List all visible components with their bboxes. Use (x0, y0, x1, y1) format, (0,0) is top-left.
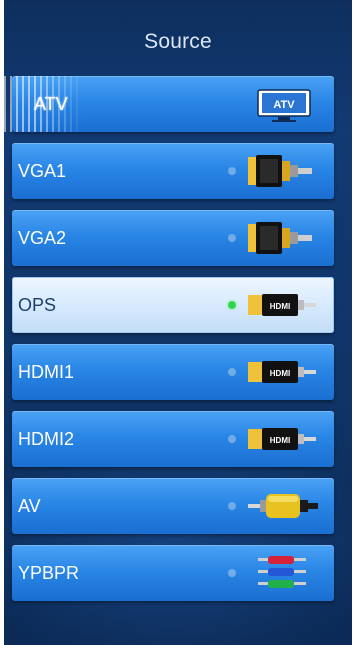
atv-icon-text: ATV (273, 99, 295, 111)
source-label: HDMI2 (18, 429, 75, 449)
source-item-hdmi1[interactable]: HDMI1 HDMI (12, 344, 334, 400)
hdmi-icon-text: HDMI (270, 436, 290, 445)
source-item-av[interactable]: AV (12, 478, 334, 534)
status-dot (228, 368, 236, 376)
source-label: VGA1 (18, 161, 67, 181)
page-title: Source (144, 30, 212, 53)
source-item-hdmi2[interactable]: HDMI2 HDMI (12, 411, 334, 467)
hdmi-connector-icon: HDMI (248, 285, 320, 325)
source-item-vga2[interactable]: VGA2 (12, 210, 334, 266)
status-dot (228, 569, 236, 577)
source-item-ypbpr[interactable]: YPBPR (12, 545, 334, 601)
source-item-ops[interactable]: OPS HDMI (12, 277, 334, 333)
status-dot (228, 435, 236, 443)
source-label: AV (18, 496, 41, 516)
source-label: YPBPR (18, 563, 80, 583)
source-label: ATV (34, 94, 68, 114)
source-label: VGA2 (18, 228, 67, 248)
hdmi-connector-icon: HDMI (248, 352, 320, 392)
status-dot (228, 502, 236, 510)
source-panel: Source ATV ATV VGA1 VGA2 OPS HDMI HDMI1 … (4, 0, 352, 645)
source-list: ATV ATV VGA1 VGA2 OPS HDMI HDMI1 HDMI HD… (4, 76, 334, 612)
status-dot (228, 234, 236, 242)
status-dot (228, 167, 236, 175)
av-rca-connector-icon (248, 486, 320, 526)
vga-connector-icon (248, 218, 320, 258)
source-label: HDMI1 (18, 362, 75, 382)
hdmi-connector-icon: HDMI (248, 419, 320, 459)
vga-connector-icon (248, 151, 320, 191)
active-status-dot (228, 301, 236, 309)
atv-tv-icon: ATV (248, 84, 320, 124)
ypbpr-component-connector-icon (248, 553, 320, 593)
hdmi-icon-text: HDMI (270, 302, 290, 311)
source-item-vga1[interactable]: VGA1 (12, 143, 334, 199)
hdmi-icon-text: HDMI (270, 369, 290, 378)
source-item-atv[interactable]: ATV ATV (4, 76, 334, 132)
source-label: OPS (18, 295, 57, 315)
